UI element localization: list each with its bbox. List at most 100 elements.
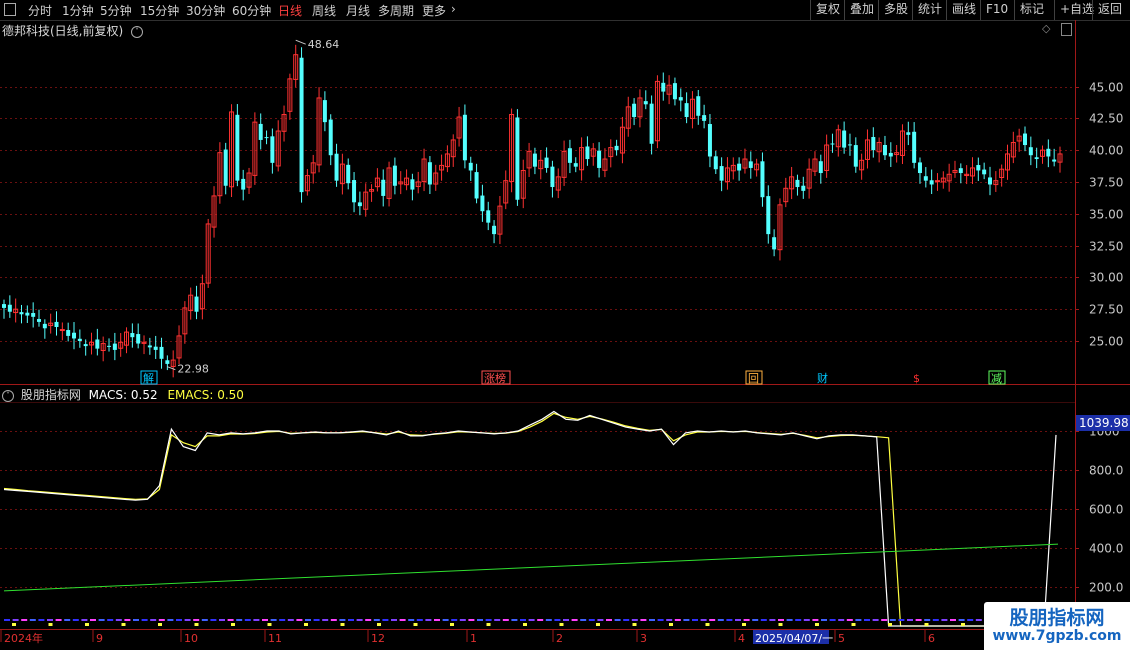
candle-body — [25, 312, 30, 316]
date-label: 6 — [928, 632, 935, 645]
candle-body — [934, 180, 940, 183]
candle-body — [842, 130, 847, 148]
candle-body — [468, 162, 473, 171]
candle-body — [585, 146, 590, 160]
date-tick-marker — [85, 623, 89, 626]
candle-body — [976, 165, 981, 171]
candle-body — [737, 163, 742, 171]
event-marker-0: 解 — [143, 371, 154, 385]
date-label: 11 — [268, 632, 282, 645]
date-tick-marker — [121, 623, 126, 626]
date-tick-marker — [194, 623, 199, 626]
price-tick-label: 40.00 — [1089, 144, 1123, 158]
date-tick-marker — [48, 623, 53, 626]
date-tick-marker — [304, 623, 308, 626]
candle-body — [632, 103, 637, 118]
candle-body — [544, 157, 549, 168]
candle-body — [153, 346, 158, 350]
candle-body — [328, 119, 333, 156]
candle-body — [923, 176, 928, 181]
candle-body — [550, 166, 555, 188]
candle-body — [766, 196, 771, 235]
date-tick-marker — [632, 623, 637, 626]
date-label: 12 — [371, 632, 385, 645]
candle-body — [59, 329, 65, 332]
candle-body — [37, 319, 42, 322]
candle-body — [696, 96, 701, 116]
date-tick-marker — [450, 623, 454, 626]
candle-body — [77, 338, 82, 341]
date-tick-marker — [961, 623, 965, 626]
date-tick-marker — [705, 623, 710, 626]
date-tick-marker — [742, 623, 746, 626]
chart-canvas[interactable]: 25.00 27.50 30.00 32.50 35.00 37.50 40.00 42.50… — [0, 0, 1130, 650]
watermark: 股朋指标网 www.7gpzb.com — [984, 602, 1130, 650]
candle-body — [352, 180, 357, 203]
indicator-tick-label: 400.0 — [1089, 542, 1123, 556]
candle-body — [107, 345, 112, 347]
candle-body — [486, 210, 491, 223]
candle-body — [661, 82, 666, 92]
date-tick-marker — [377, 623, 381, 626]
candle-body — [1034, 157, 1039, 160]
candle-body — [1028, 147, 1033, 156]
date-label: 3 — [640, 632, 647, 645]
candle-body — [678, 97, 683, 101]
candle-body — [982, 169, 987, 175]
candle-body — [19, 312, 24, 315]
date-tick-marker — [596, 623, 600, 626]
price-tick-label: 45.00 — [1089, 81, 1123, 95]
candle-body — [847, 144, 852, 146]
event-marker-2: 回 — [748, 372, 759, 385]
date-label: 5 — [838, 632, 845, 645]
candle-body — [573, 163, 578, 167]
candle-body — [322, 100, 327, 123]
price-tick-label: 30.00 — [1089, 271, 1123, 285]
candle-body — [871, 137, 876, 151]
candle-body — [830, 143, 835, 145]
candle-body — [480, 195, 485, 212]
candle-body — [707, 124, 712, 157]
price-tick-label: 35.00 — [1089, 208, 1123, 222]
watermark-url: www.7gpzb.com — [992, 628, 1122, 644]
date-label: 2 — [556, 632, 563, 645]
candle-body — [235, 114, 240, 181]
trend-line — [3, 543, 1059, 592]
candle-body — [614, 145, 619, 151]
cursor-date-label: 2025/04/07/一 — [755, 632, 833, 645]
candle-body — [1046, 148, 1051, 157]
candle-body — [672, 83, 677, 100]
candle-body — [258, 123, 263, 140]
candle-body — [912, 131, 917, 163]
event-marker-3: 财 — [817, 371, 828, 385]
candle-body — [381, 179, 386, 196]
candle-body — [270, 136, 275, 163]
candle-body — [492, 225, 497, 235]
date-label: 4 — [738, 632, 745, 645]
candle-body — [357, 202, 362, 207]
candle-body — [7, 304, 12, 312]
candle-body — [719, 166, 724, 181]
max-price-label: 48.64 — [308, 38, 340, 51]
candle-body — [147, 345, 152, 348]
candle-body — [410, 179, 415, 190]
candle-body — [130, 333, 135, 338]
candle-body — [702, 115, 707, 121]
price-tick-label: 42.50 — [1089, 112, 1123, 126]
candle-body — [906, 132, 911, 135]
indicator-tick-label: 800.0 — [1089, 464, 1123, 478]
candle-body — [684, 103, 689, 118]
candle-body — [917, 162, 922, 174]
emacs-line — [3, 412, 1068, 627]
candle-body — [748, 161, 753, 168]
price-tick-label: 32.50 — [1089, 240, 1123, 254]
date-label: 2024年 — [4, 631, 43, 645]
date-tick-marker — [888, 623, 892, 626]
candle-body — [427, 162, 432, 185]
min-price-pointer — [167, 366, 176, 371]
date-tick-marker — [778, 623, 783, 626]
candle-body — [760, 161, 765, 198]
date-tick-marker — [924, 623, 929, 626]
candle-body — [958, 168, 963, 174]
candle-body — [299, 57, 304, 193]
